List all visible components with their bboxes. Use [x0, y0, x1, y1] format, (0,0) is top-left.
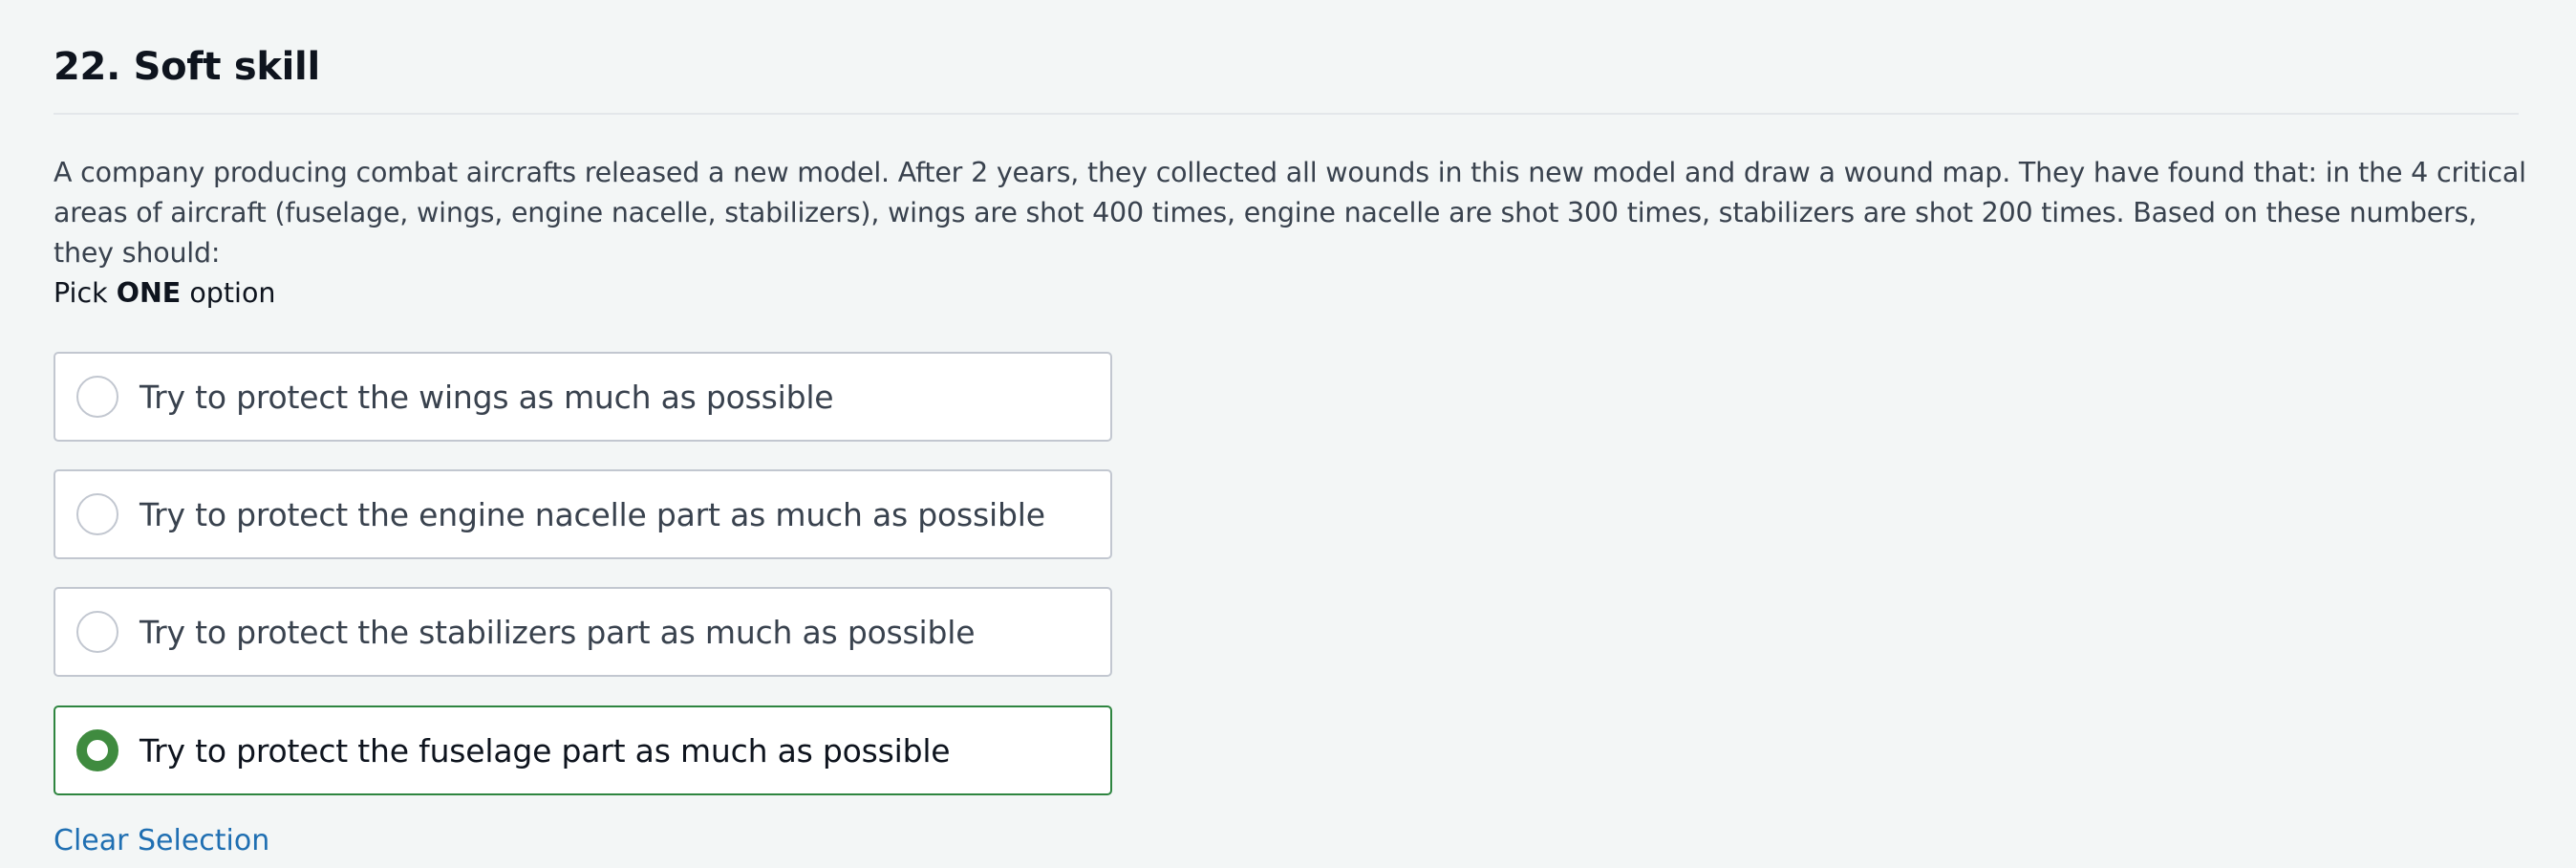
pick-instruction: Pick ONE option: [54, 273, 275, 314]
option-label: Try to protect the wings as much as poss…: [140, 378, 834, 416]
pick-prefix: Pick: [54, 277, 117, 309]
pick-emphasis: ONE: [116, 277, 182, 309]
radio-button[interactable]: [76, 611, 118, 653]
clear-selection-link[interactable]: Clear Selection: [54, 822, 269, 860]
question-page: 22. Soft skill A company producing comba…: [0, 0, 2576, 868]
radio-button[interactable]: [76, 493, 118, 535]
option-wings[interactable]: Try to protect the wings as much as poss…: [54, 352, 1112, 442]
option-stabilizers[interactable]: Try to protect the stabilizers part as m…: [54, 587, 1112, 677]
option-label: Try to protect the fuselage part as much…: [140, 731, 951, 770]
option-fuselage[interactable]: Try to protect the fuselage part as much…: [54, 705, 1112, 795]
option-label: Try to protect the engine nacelle part a…: [140, 495, 1045, 533]
radio-button[interactable]: [76, 376, 118, 418]
option-engine-nacelle[interactable]: Try to protect the engine nacelle part a…: [54, 469, 1112, 559]
option-label: Try to protect the stabilizers part as m…: [140, 613, 976, 651]
pick-suffix: option: [181, 277, 276, 309]
question-title: 22. Soft skill: [54, 45, 320, 89]
radio-button-checked[interactable]: [76, 729, 118, 771]
title-divider: [54, 113, 2519, 115]
question-text: A company producing combat aircrafts rel…: [54, 157, 2526, 269]
